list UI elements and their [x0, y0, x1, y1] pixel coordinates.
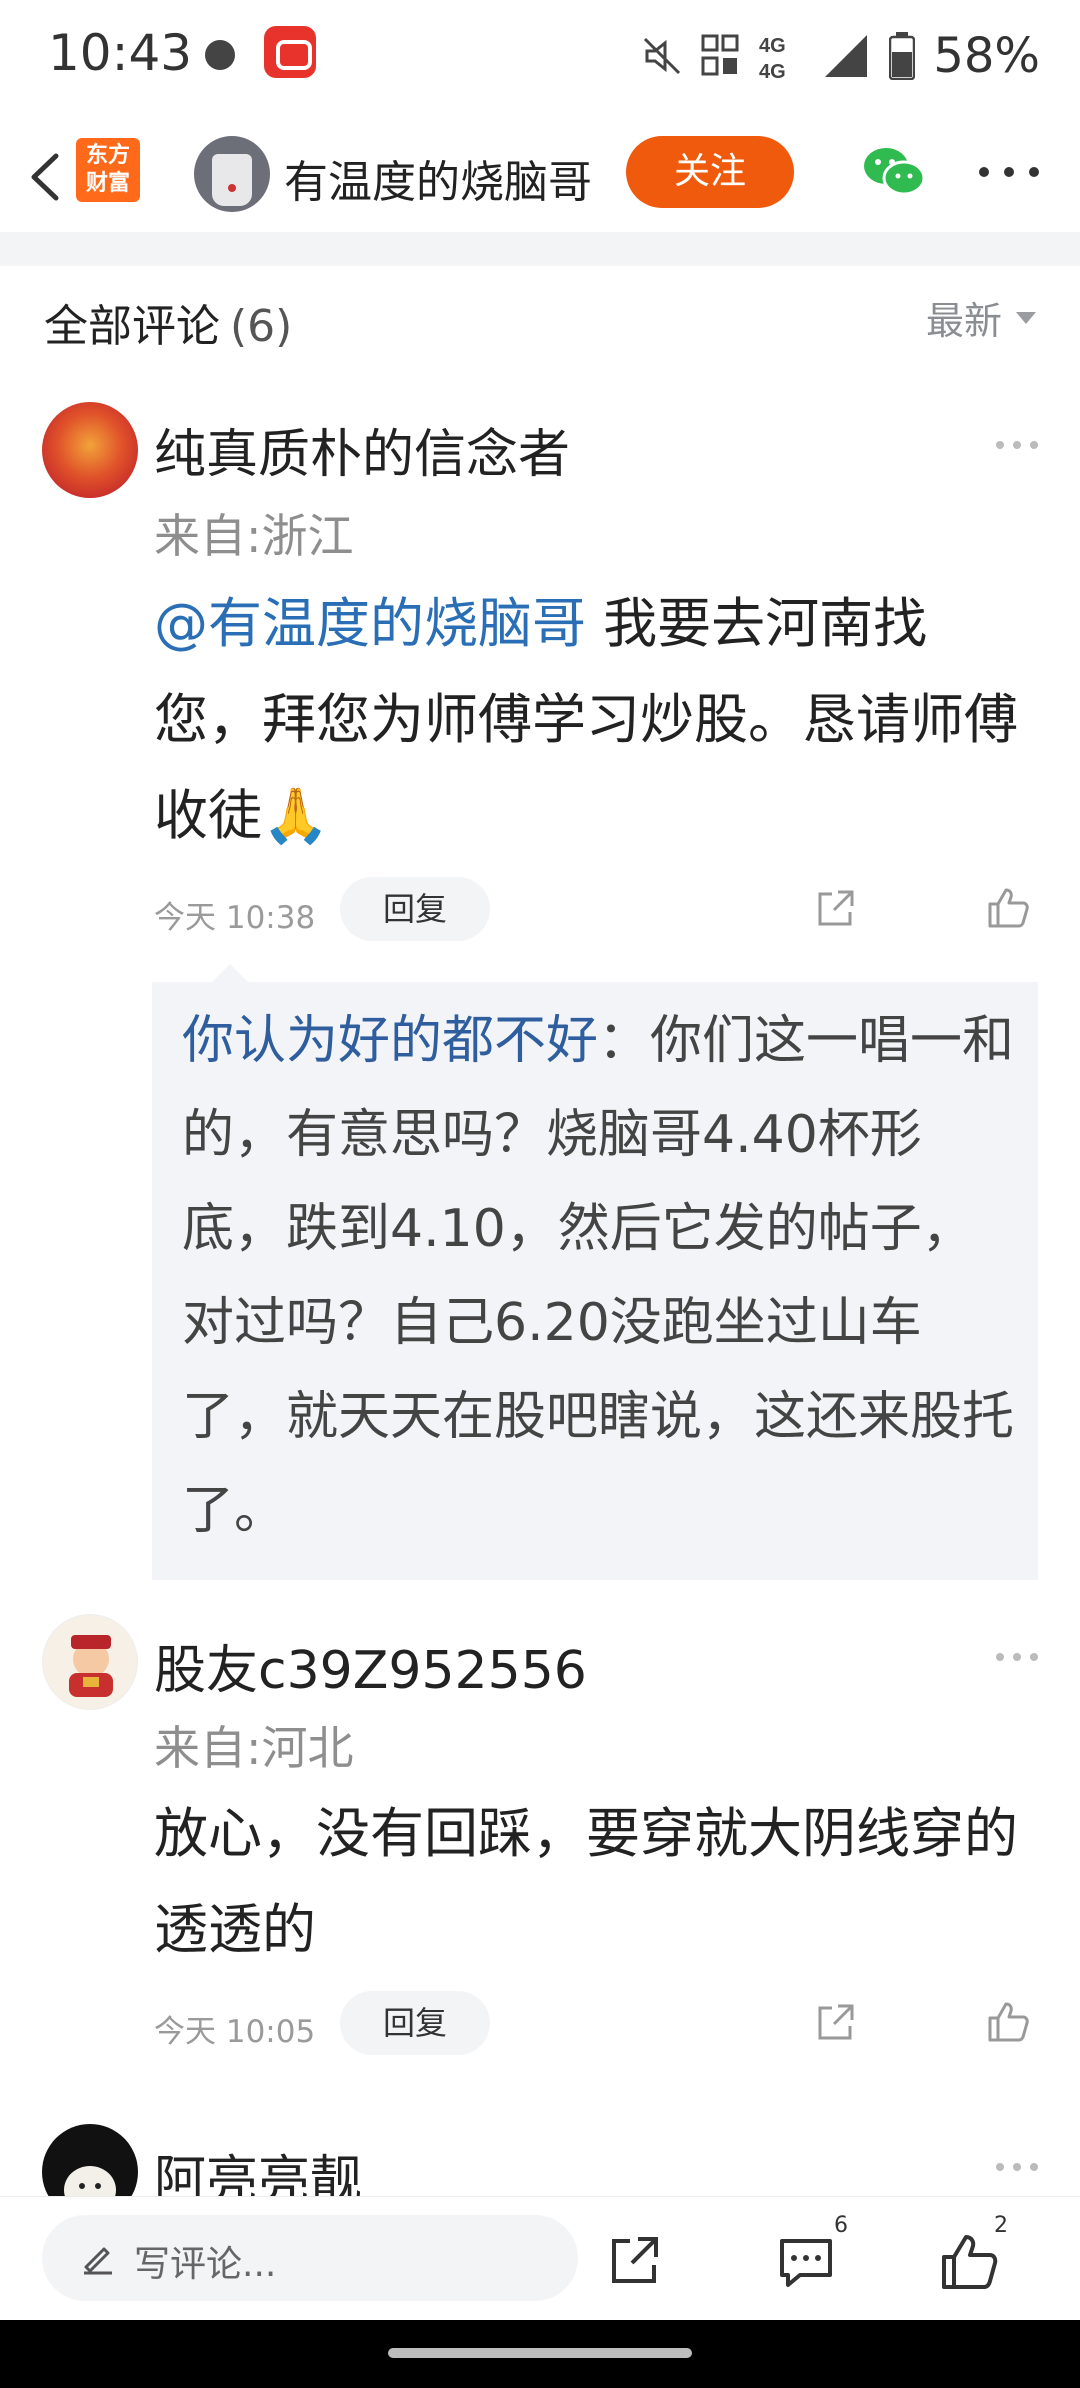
dropdown-triangle-icon — [1016, 311, 1036, 324]
comment-icon[interactable] — [778, 2235, 834, 2289]
like-icon[interactable] — [986, 2000, 1030, 2044]
quoted-author[interactable]: 你认为好的都不好 — [182, 1011, 598, 1071]
comments-header: 全部评论 (6) — [44, 290, 292, 354]
share-post-icon[interactable] — [606, 2233, 662, 2289]
app-logo[interactable]: 东方财富 — [76, 138, 140, 202]
like-post-icon[interactable] — [940, 2233, 998, 2291]
home-indicator[interactable] — [388, 2348, 692, 2358]
like-count-badge: 2 — [994, 2213, 1008, 2238]
section-divider — [0, 232, 1080, 266]
quoted-content: ：你们这一唱一和的，有意思吗？烧脑哥4.40杯形底，跌到4.10，然后它发的帖子… — [182, 1011, 1015, 1541]
commenter-location: 来自:浙江 — [154, 509, 354, 563]
back-arrow-icon[interactable] — [18, 142, 78, 212]
fortune-god-avatar-icon — [69, 1635, 113, 1697]
comment-more-icon[interactable] — [995, 2162, 1039, 2172]
comments-count: (6) — [230, 301, 293, 352]
status-icons: 4G 4G 58% — [641, 26, 1040, 86]
signal-icon — [825, 35, 868, 77]
battery-icon — [889, 32, 916, 80]
svg-text:4G: 4G — [759, 35, 786, 57]
svg-text:4G: 4G — [759, 61, 786, 82]
follow-button[interactable]: 关注 — [626, 136, 794, 208]
comment-time: 今天 10:38 — [154, 900, 316, 936]
write-comment-input[interactable]: 写评论... — [42, 2215, 578, 2301]
reply-button[interactable]: 回复 — [340, 1991, 490, 2055]
system-nav-bar — [0, 2320, 1080, 2388]
like-icon[interactable] — [986, 886, 1030, 930]
sort-dropdown[interactable]: 最新 — [926, 290, 1036, 345]
notification-icon — [205, 40, 235, 70]
wechat-share-icon[interactable] — [862, 144, 926, 200]
commenter-avatar[interactable] — [42, 402, 138, 498]
share-icon[interactable] — [814, 2002, 856, 2044]
share-icon[interactable] — [814, 888, 856, 930]
quoted-reply[interactable]: 你认为好的都不好：你们这一唱一和的，有意思吗？烧脑哥4.40杯形底，跌到4.10… — [152, 982, 1038, 1580]
data-icon — [701, 34, 739, 76]
write-comment-placeholder: 写评论... — [134, 2244, 277, 2285]
comment-more-icon[interactable] — [995, 440, 1039, 450]
mute-icon — [644, 37, 681, 75]
sort-label: 最新 — [925, 299, 1002, 343]
pen-icon — [84, 2247, 112, 2275]
author-name[interactable]: 有温度的烧脑哥 — [284, 146, 592, 210]
quote-pointer — [212, 964, 248, 982]
author-avatar[interactable] — [194, 136, 270, 212]
comment-text: @有温度的烧脑哥 我要去河南找您，拜您为师傅学习炒股。恳请师傅收徒🙏 — [154, 576, 1034, 864]
reply-button[interactable]: 回复 — [340, 877, 490, 941]
commenter-location: 来自:河北 — [154, 1721, 354, 1775]
quoted-reply-text: 你认为好的都不好：你们这一唱一和的，有意思吗？烧脑哥4.40杯形底，跌到4.10… — [182, 994, 1022, 1558]
app-notification-icon — [264, 26, 316, 78]
comments-title: 全部评论 — [44, 301, 220, 352]
mention-link[interactable]: @有温度的烧脑哥 — [154, 592, 586, 655]
status-time: 10:43 — [48, 24, 193, 82]
comment-text: 放心，没有回踩，要穿就大阴线穿的透透的 — [154, 1802, 1018, 1961]
bottom-action-bar: 写评论... 6 2 — [0, 2196, 1080, 2320]
status-bar: 10:43 4G 4G 58% — [0, 0, 1080, 110]
commenter-name[interactable]: 股友c39Z952556 — [154, 1628, 587, 1703]
network-4g-icon: 4G 4G — [759, 35, 786, 82]
comment-time: 今天 10:05 — [154, 2014, 316, 2050]
comment-more-icon[interactable] — [995, 1652, 1039, 1662]
commenter-avatar[interactable] — [42, 1614, 138, 1710]
top-nav: 东方财富 有温度的烧脑哥 关注 — [0, 120, 1080, 230]
battery-percent: 58% — [933, 28, 1040, 84]
more-options-icon[interactable] — [974, 160, 1044, 184]
commenter-name[interactable]: 纯真质朴的信念者 — [154, 412, 570, 487]
comment-count-badge: 6 — [834, 2213, 848, 2238]
